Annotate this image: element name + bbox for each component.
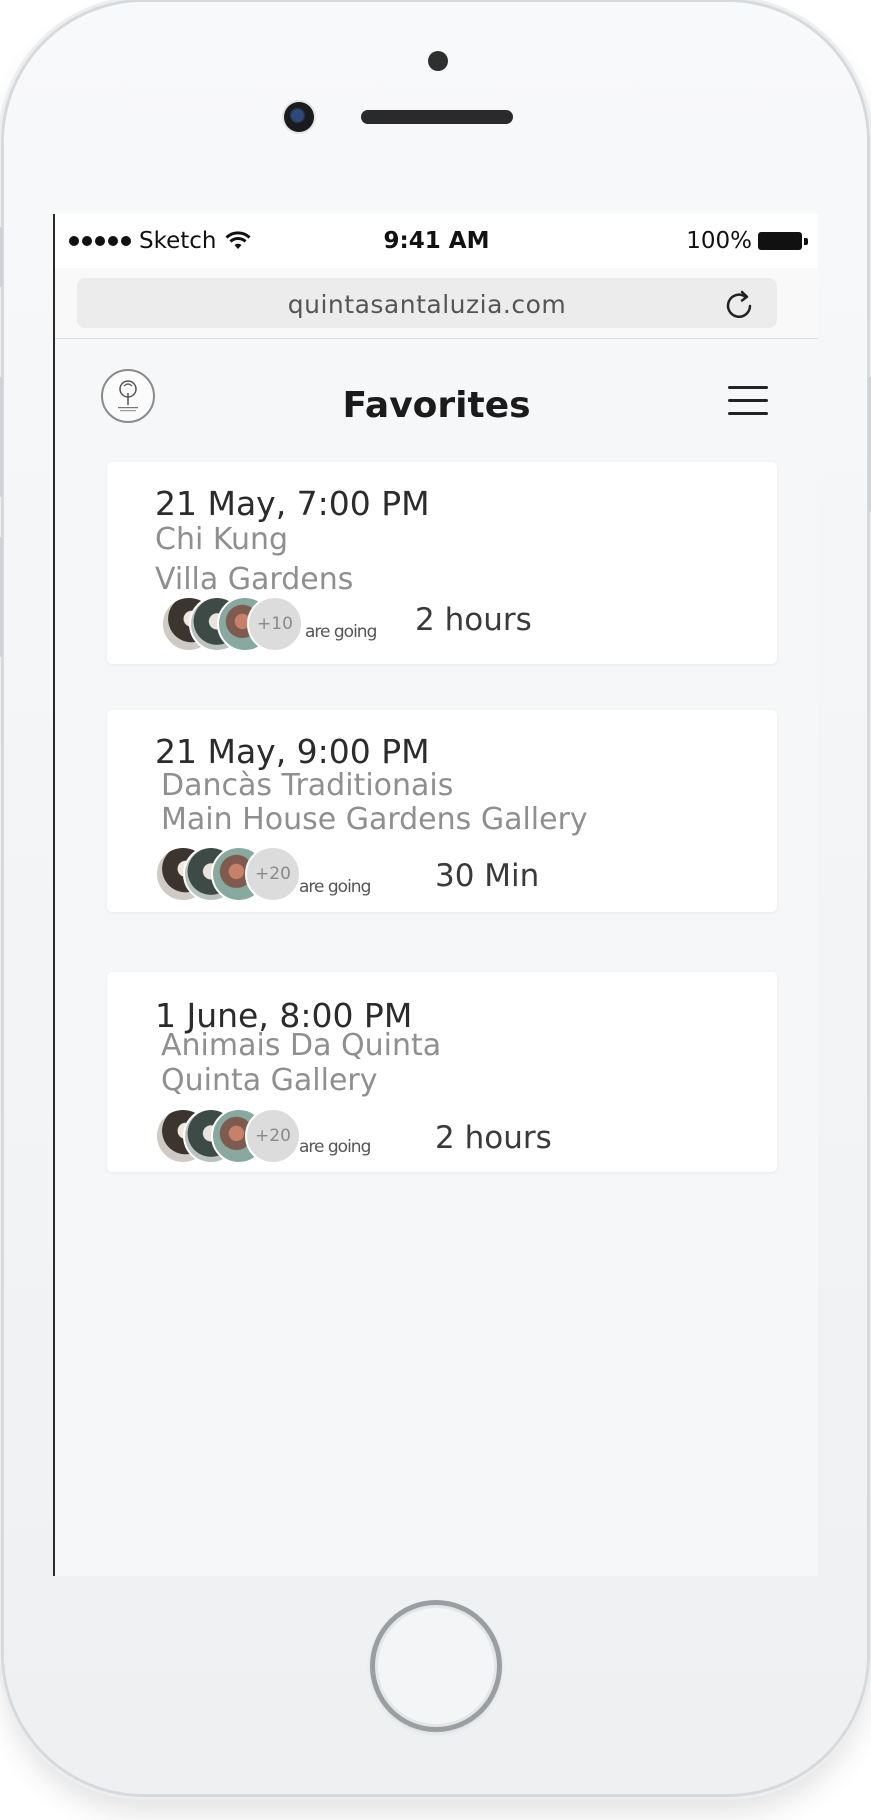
event-date: 21 May, 7:00 PM bbox=[155, 484, 430, 523]
attendee-extra-count: +20 bbox=[245, 846, 301, 902]
mute-switch bbox=[0, 227, 3, 287]
volume-down-button bbox=[0, 537, 3, 657]
event-name: Chi Kung bbox=[155, 522, 289, 557]
reload-icon[interactable] bbox=[723, 288, 757, 322]
event-duration: 2 hours bbox=[435, 1120, 552, 1156]
app-header: Favorites bbox=[55, 339, 818, 429]
hamburger-menu-icon[interactable] bbox=[728, 386, 768, 416]
battery-icon bbox=[758, 230, 808, 252]
url-text[interactable]: quintasantaluzia.com bbox=[77, 290, 777, 319]
going-label: are going bbox=[299, 1137, 371, 1157]
earpiece-speaker bbox=[361, 110, 513, 124]
volume-up-button bbox=[0, 377, 3, 497]
event-location: Main House Gardens Gallery bbox=[161, 802, 588, 837]
going-label: are going bbox=[299, 877, 371, 897]
attendee-extra-count: +20 bbox=[245, 1108, 301, 1164]
event-card[interactable]: 1 June, 8:00 PM Animais Da Quinta Quinta… bbox=[107, 972, 777, 1172]
proximity-sensor bbox=[428, 51, 448, 71]
event-date: 21 May, 9:00 PM bbox=[155, 732, 430, 771]
event-duration: 30 Min bbox=[435, 858, 540, 894]
event-name: Dancàs Traditionais bbox=[161, 768, 454, 803]
front-camera bbox=[284, 102, 314, 132]
event-name: Animais Da Quinta bbox=[161, 1028, 442, 1063]
event-card[interactable]: 21 May, 9:00 PM Dancàs Traditionais Main… bbox=[107, 710, 777, 912]
page-title: Favorites bbox=[342, 385, 531, 426]
home-button[interactable] bbox=[370, 1600, 502, 1732]
battery-percentage: 100% bbox=[686, 228, 752, 254]
event-card[interactable]: 21 May, 7:00 PM Chi Kung Villa Gardens +… bbox=[107, 462, 777, 664]
attendee-extra-count: +10 bbox=[247, 596, 303, 652]
going-label: are going bbox=[305, 622, 377, 642]
event-duration: 2 hours bbox=[415, 602, 532, 638]
status-bar: Sketch 9:41 AM 100% bbox=[55, 214, 818, 268]
address-bar[interactable]: quintasantaluzia.com bbox=[77, 278, 777, 328]
status-right: 100% bbox=[686, 228, 808, 254]
browser-toolbar: quintasantaluzia.com bbox=[55, 268, 818, 339]
event-location: Villa Gardens bbox=[155, 562, 354, 597]
phone-screen: Sketch 9:41 AM 100% quintasantaluzia.com bbox=[53, 214, 818, 1576]
event-location: Quinta Gallery bbox=[161, 1063, 378, 1098]
